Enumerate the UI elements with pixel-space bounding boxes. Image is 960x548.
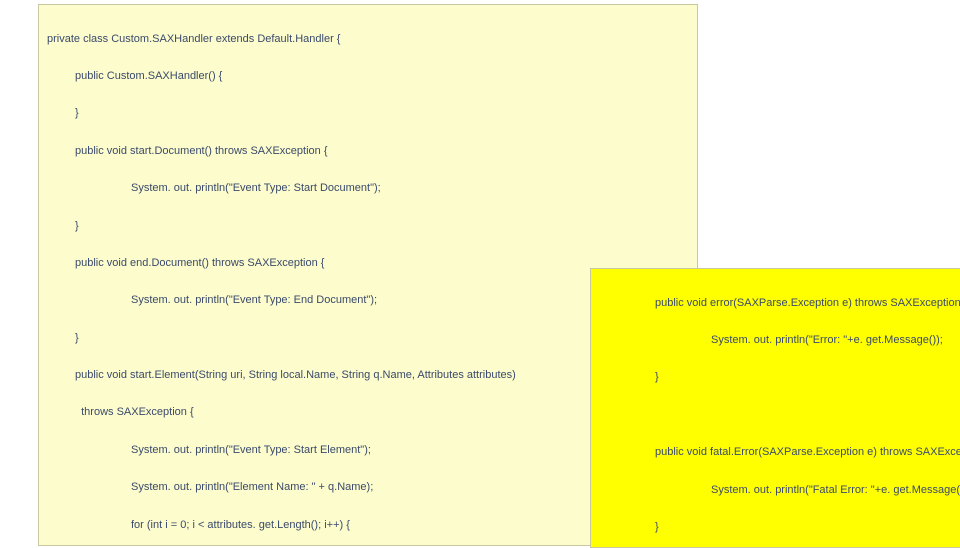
code-line: public Custom.SAXHandler() { bbox=[47, 67, 689, 86]
code-line: System. out. println("Event Type: Start … bbox=[47, 179, 689, 198]
code-line: public void error(SAXParse.Exception e) … bbox=[599, 294, 960, 313]
code-line: } bbox=[47, 104, 689, 123]
code-line: } bbox=[47, 217, 689, 236]
code-line: public void fatal.Error(SAXParse.Excepti… bbox=[599, 443, 960, 462]
code-line: System. out. println("Error: "+e. get.Me… bbox=[599, 331, 960, 350]
code-line: public void start.Document() throws SAXE… bbox=[47, 142, 689, 161]
code-line: private class Custom.SAXHandler extends … bbox=[47, 30, 689, 49]
code-line: } bbox=[599, 518, 960, 537]
code-block-right: public void error(SAXParse.Exception e) … bbox=[590, 268, 960, 548]
code-line: System. out. println("Fatal Error: "+e. … bbox=[599, 481, 960, 500]
code-line: } bbox=[599, 368, 960, 387]
code-line bbox=[599, 406, 960, 425]
